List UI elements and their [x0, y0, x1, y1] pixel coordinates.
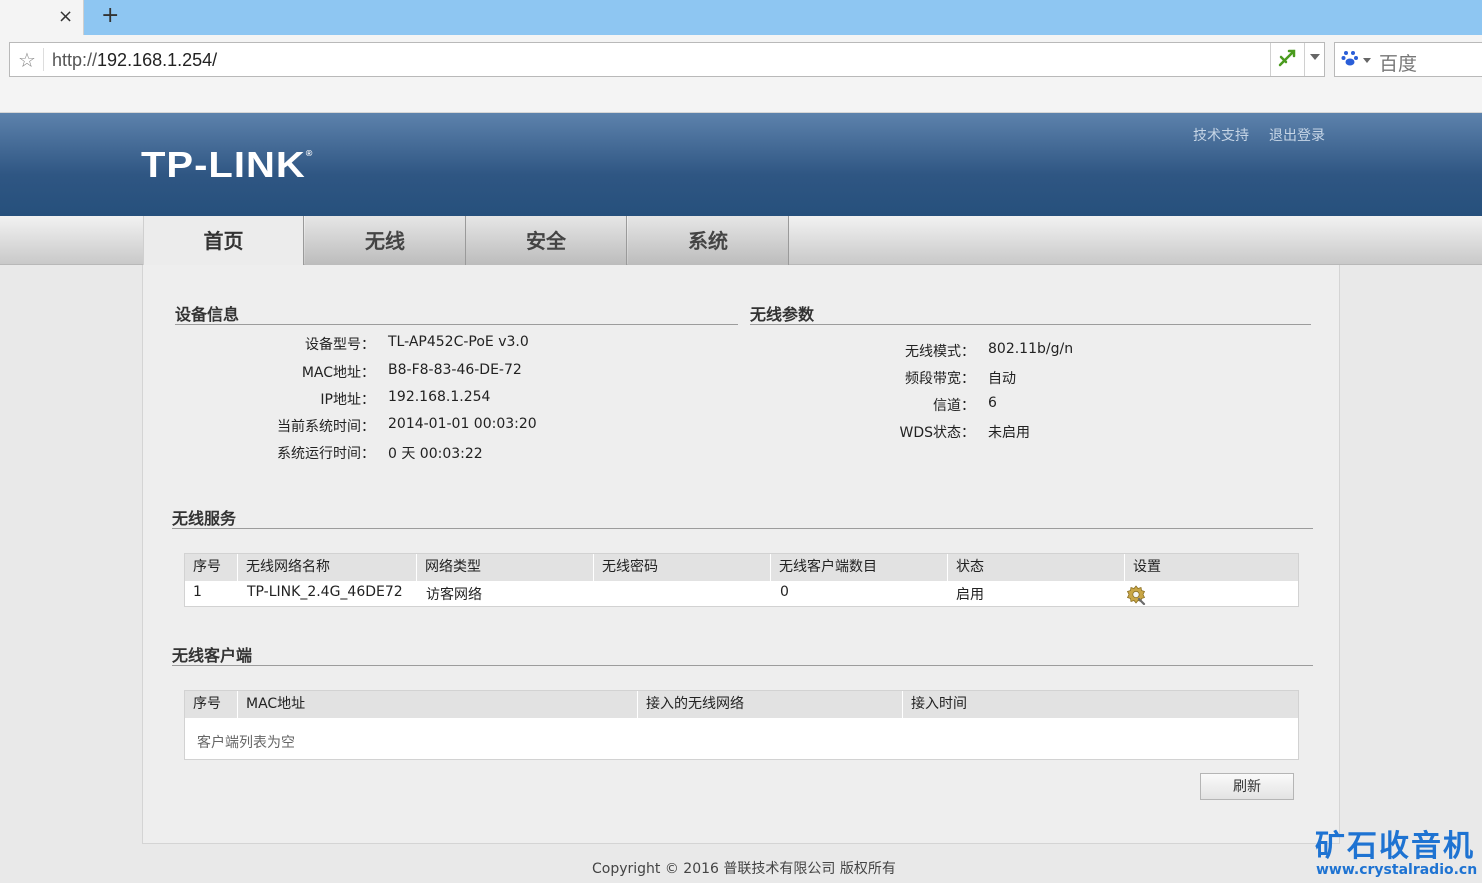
- device-info-title: 设备信息: [175, 305, 240, 324]
- settings-gear-icon[interactable]: [1126, 585, 1146, 606]
- tab-home[interactable]: 首页: [143, 216, 304, 266]
- search-engine-label: 百度: [1379, 53, 1418, 75]
- logo-text: TP-LINK: [141, 145, 306, 185]
- uptime-label: 系统运行时间：: [277, 446, 375, 462]
- browser-tab-strip: × +: [0, 0, 1482, 35]
- tab-system[interactable]: 系统: [628, 216, 789, 265]
- row-status: 启用: [956, 587, 984, 603]
- address-dropdown-icon[interactable]: [1310, 54, 1320, 60]
- system-time-value: 2014-01-01 00:03:20: [388, 416, 537, 432]
- wireless-mode-value: 802.11b/g/n: [988, 341, 1074, 357]
- favorite-star-icon[interactable]: ☆: [18, 48, 36, 72]
- tab-security[interactable]: 安全: [466, 216, 627, 265]
- table-header: 序号: [185, 691, 237, 718]
- registered-mark: ®: [305, 148, 314, 158]
- wireless-clients-table: 序号 MAC地址 接入的无线网络 接入时间 客户端列表为空: [184, 690, 1299, 760]
- new-tab-icon[interactable]: +: [101, 3, 119, 29]
- refresh-button[interactable]: 刷新: [1200, 773, 1294, 800]
- tab-wireless[interactable]: 无线: [305, 216, 466, 265]
- bandwidth-label: 频段带宽：: [905, 371, 975, 387]
- ip-address-value: 192.168.1.254: [388, 389, 491, 405]
- wireless-service-table: 序号 无线网络名称 网络类型 无线密码 无线客户端数目 状态 设置 1 TP-L…: [184, 553, 1299, 607]
- tp-link-logo: TP-LINK®: [141, 145, 313, 186]
- table-header: 接入时间: [902, 691, 1298, 718]
- header-links: 技术支持 退出登录: [1193, 125, 1325, 145]
- table-header: 无线密码: [593, 554, 770, 581]
- table-header: 接入的无线网络: [637, 691, 902, 718]
- address-divider: [43, 48, 44, 71]
- table-header: MAC地址: [237, 691, 637, 718]
- section-rule: [175, 324, 738, 325]
- main-nav: 首页 无线 安全 系统: [0, 216, 1482, 266]
- row-index: 1: [193, 584, 202, 600]
- table-header: 状态: [947, 554, 1124, 581]
- table-header: 无线客户端数目: [770, 554, 947, 581]
- mac-address-value: B8-F8-83-46-DE-72: [388, 362, 522, 378]
- table-header: 网络类型: [416, 554, 593, 581]
- table-header: 设置: [1124, 554, 1298, 581]
- device-model-value: TL-AP452C-PoE v3.0: [388, 334, 529, 350]
- address-bar[interactable]: ☆ http://192.168.1.254/: [9, 42, 1325, 77]
- router-header: TP-LINK® 技术支持 退出登录: [0, 113, 1482, 216]
- url-scheme: http://: [52, 50, 98, 70]
- search-engine-dropdown-icon[interactable]: [1363, 58, 1371, 63]
- main-panel: 设备信息 设备型号： TL-AP452C-PoE v3.0 MAC地址： B8-…: [142, 265, 1340, 844]
- bandwidth-value: 自动: [988, 371, 1016, 387]
- table-header: 无线网络名称: [237, 554, 416, 581]
- wireless-params-title: 无线参数: [750, 305, 815, 324]
- url-host: 192.168.1.254/: [97, 50, 218, 70]
- row-ssid: TP-LINK_2.4G_46DE72: [247, 584, 403, 600]
- section-rule: [750, 324, 1311, 325]
- wds-status-label: WDS状态：: [899, 425, 975, 441]
- wireless-clients-title: 无线客户端: [172, 646, 253, 665]
- empty-list-message: 客户端列表为空: [197, 735, 295, 751]
- browser-toolbar: ☆ http://192.168.1.254/ 百度: [0, 35, 1482, 113]
- uptime-value: 0 天 00:03:22: [388, 446, 483, 462]
- row-network-type: 访客网络: [426, 587, 482, 603]
- url-text[interactable]: http://192.168.1.254/: [52, 50, 217, 71]
- section-rule: [172, 528, 1313, 529]
- browser-tab[interactable]: ×: [0, 0, 84, 35]
- watermark-name: 矿石收音机: [1315, 829, 1475, 864]
- ip-address-label: IP地址：: [320, 392, 375, 408]
- table-header: 序号: [185, 554, 237, 581]
- search-box[interactable]: 百度: [1334, 42, 1482, 77]
- wireless-mode-label: 无线模式：: [905, 344, 975, 360]
- row-client-count: 0: [780, 584, 789, 600]
- device-model-label: 设备型号：: [305, 337, 375, 353]
- wds-status-value: 未启用: [988, 425, 1030, 441]
- wireless-service-title: 无线服务: [172, 509, 237, 528]
- compatibility-mode-icon[interactable]: [1278, 49, 1296, 72]
- section-rule: [172, 665, 1313, 666]
- logout-link[interactable]: 退出登录: [1269, 128, 1325, 144]
- system-time-label: 当前系统时间：: [277, 419, 375, 435]
- baidu-paw-icon[interactable]: [1341, 49, 1359, 72]
- mac-address-label: MAC地址：: [301, 365, 375, 381]
- close-tab-icon[interactable]: ×: [58, 7, 73, 27]
- tech-support-link[interactable]: 技术支持: [1193, 128, 1249, 144]
- channel-label: 信道：: [933, 398, 975, 414]
- channel-value: 6: [988, 395, 997, 411]
- copyright-text: Copyright © 2016 普联技术有限公司 版权所有: [592, 861, 896, 877]
- watermark-url: www.crystalradio.cn: [1316, 862, 1478, 878]
- address-divider: [1304, 43, 1305, 76]
- address-divider: [1270, 43, 1271, 76]
